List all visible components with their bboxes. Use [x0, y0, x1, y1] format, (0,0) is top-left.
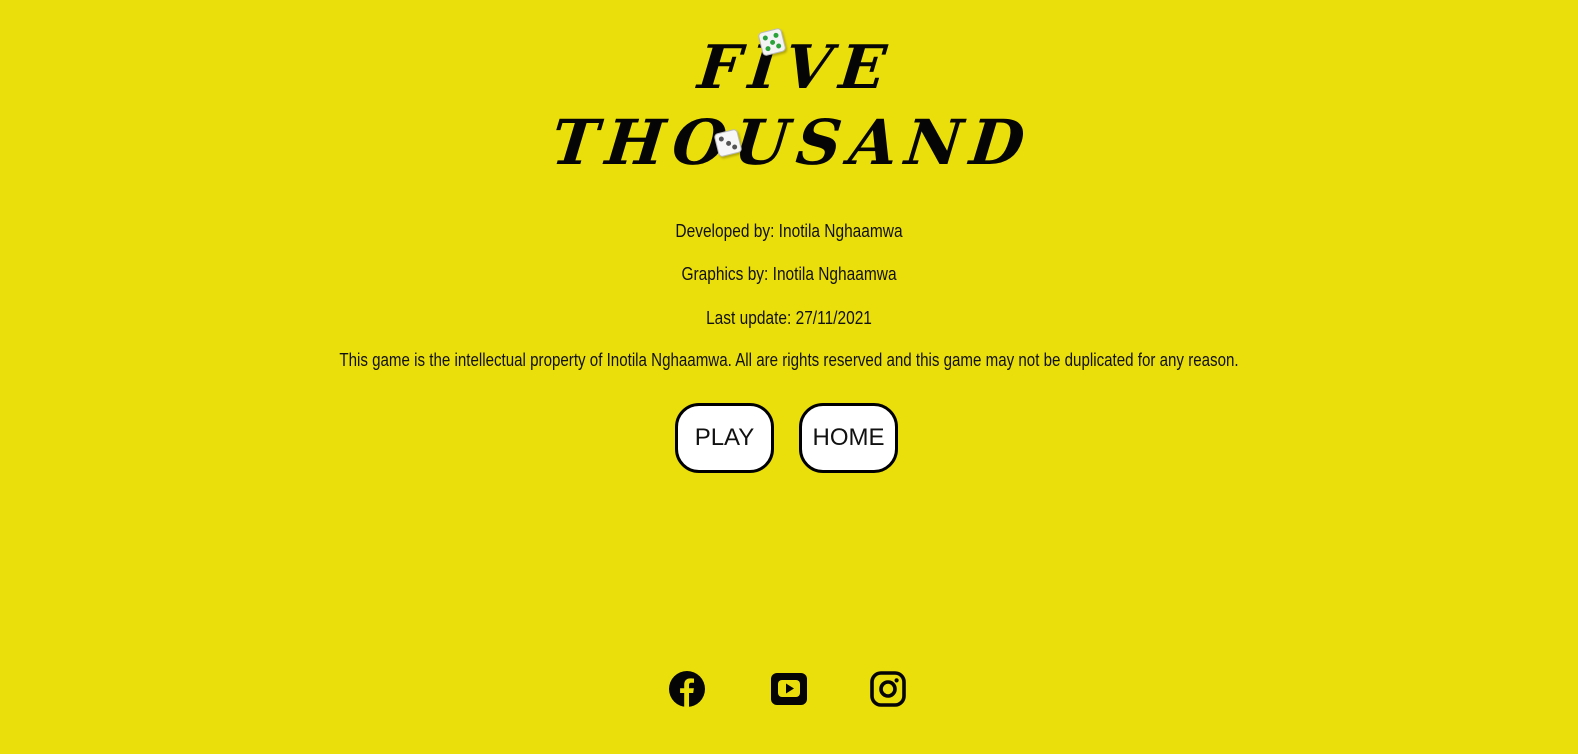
- logo-title-line-2: THOUSAND: [548, 106, 1036, 179]
- game-logo: FIVE THOUSAND: [0, 0, 1578, 200]
- logo-title-line-1: FIVE: [694, 33, 898, 103]
- about-page: FIVE THOUSAND Developed by: Inotila Ngha…: [0, 0, 1578, 754]
- developer-credit: Developed by: Inotila Nghaamwa: [675, 221, 903, 241]
- instagram-icon[interactable]: [869, 670, 907, 708]
- home-button[interactable]: HOME: [799, 403, 898, 473]
- youtube-icon[interactable]: [770, 670, 808, 708]
- copyright-notice: This game is the intellectual property o…: [339, 350, 1239, 370]
- graphics-credit: Graphics by: Inotila Nghaamwa: [681, 264, 897, 284]
- last-update-text: Last update: 27/11/2021: [706, 308, 872, 328]
- play-button[interactable]: PLAY: [675, 403, 774, 473]
- facebook-icon[interactable]: [668, 670, 706, 708]
